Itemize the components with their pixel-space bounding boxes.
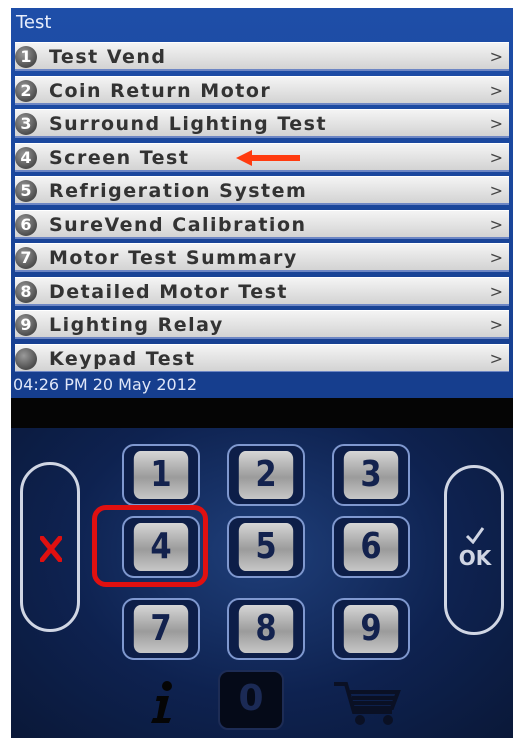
menu-item-label: Coin Return Motor — [49, 79, 272, 102]
info-icon[interactable] — [147, 680, 177, 724]
menu-item-surround-lighting-test[interactable]: 3 Surround Lighting Test > — [15, 109, 509, 138]
menu-item-lighting-relay[interactable]: 9 Lighting Relay > — [15, 310, 509, 339]
menu-item-label: Detailed Motor Test — [49, 280, 288, 303]
chevron-right-icon: > — [489, 47, 503, 66]
menu-item-label: Lighting Relay — [49, 314, 224, 336]
number-badge: 3 — [15, 113, 37, 135]
menu-item-motor-test-summary[interactable]: 7 Motor Test Summary > — [15, 243, 509, 272]
key-label: 2 — [238, 451, 294, 499]
number-badge: 5 — [15, 180, 37, 202]
menu-item-screen-test[interactable]: 4 Screen Test > — [15, 142, 509, 172]
chevron-right-icon: > — [489, 80, 503, 100]
menu-item-surevend-calibration[interactable]: 6 SureVend Calibration > — [15, 209, 509, 239]
chevron-right-icon: > — [489, 114, 503, 133]
test-menu-screen: Test 1 Test Vend > 2 Coin Return Motor >… — [11, 8, 513, 398]
menu-item-label: Keypad Test — [49, 347, 196, 370]
number-badge: 8 — [15, 280, 37, 303]
number-badge: 2 — [15, 79, 37, 102]
cart-icon[interactable] — [332, 678, 404, 728]
menu-item-label: Surround Lighting Test — [49, 113, 328, 135]
ok-button[interactable]: OK — [444, 465, 504, 635]
number-badge: 1 — [15, 46, 37, 68]
menu-item-keypad-test[interactable]: Keypad Test > — [15, 343, 509, 373]
menu-item-coin-return-motor[interactable]: 2 Coin Return Motor > — [15, 75, 509, 105]
key-label: 9 — [343, 605, 399, 653]
number-badge: 6 — [15, 213, 37, 236]
menu-item-label: Refrigeration System — [49, 180, 308, 202]
chevron-right-icon: > — [489, 181, 503, 200]
key-6[interactable]: 6 — [332, 516, 410, 578]
number-badge: 4 — [15, 146, 37, 169]
pointer-arrow-icon — [236, 149, 300, 166]
menu-item-detailed-motor-test[interactable]: 8 Detailed Motor Test > — [15, 276, 509, 306]
key-3[interactable]: 3 — [332, 444, 410, 506]
key-8[interactable]: 8 — [227, 598, 305, 660]
menu-item-label: SureVend Calibration — [49, 213, 307, 236]
key-2[interactable]: 2 — [227, 444, 305, 506]
key-label: 8 — [238, 605, 294, 653]
menu-item-label: Motor Test Summary — [49, 247, 298, 269]
key-label: 3 — [343, 451, 399, 499]
key-7[interactable]: 7 — [122, 598, 200, 660]
chevron-right-icon: > — [489, 281, 503, 301]
key-9[interactable]: 9 — [332, 598, 410, 660]
key-5[interactable]: 5 — [227, 516, 305, 578]
chevron-right-icon: > — [489, 315, 503, 334]
x-icon — [40, 536, 62, 562]
chevron-right-icon: > — [489, 147, 503, 167]
test-menu-list: 1 Test Vend > 2 Coin Return Motor > 3 Su… — [15, 42, 509, 377]
menu-item-label: Screen Test — [49, 146, 190, 169]
number-badge: 7 — [15, 247, 37, 269]
chevron-right-icon: > — [489, 248, 503, 267]
chevron-right-icon: > — [489, 214, 503, 234]
key-4-highlight — [92, 505, 208, 587]
menu-item-label: Test Vend — [49, 46, 167, 68]
chevron-right-icon: > — [489, 348, 503, 368]
key-1[interactable]: 1 — [122, 444, 200, 506]
screen-bezel — [11, 398, 513, 428]
menu-item-test-vend[interactable]: 1 Test Vend > — [15, 42, 509, 71]
menu-item-refrigeration-system[interactable]: 5 Refrigeration System > — [15, 176, 509, 205]
number-badge — [15, 347, 37, 370]
key-0[interactable]: 0 — [218, 670, 284, 730]
number-badge: 9 — [15, 314, 37, 336]
key-label: 7 — [133, 605, 189, 653]
checkmark-icon — [465, 527, 485, 544]
key-label: 6 — [343, 523, 399, 571]
key-label: 1 — [133, 451, 189, 499]
ok-label: OK — [458, 546, 492, 570]
key-label: 5 — [238, 523, 294, 571]
status-bar-datetime: 04:26 PM 20 May 2012 — [11, 372, 513, 398]
cancel-button[interactable] — [20, 462, 80, 632]
screen-title: Test — [16, 12, 52, 33]
